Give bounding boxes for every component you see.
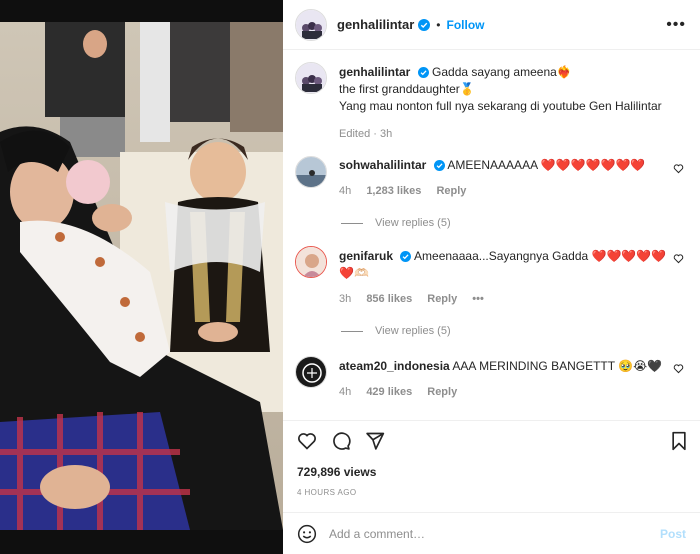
avatar-image (296, 9, 326, 40)
caption-line-3: Yang mau nonton full nya sekarang di you… (339, 99, 662, 113)
header-separator: • (436, 17, 441, 32)
caption-avatar[interactable] (295, 62, 327, 94)
comment-item: ateam20_indonesia AAA MERINDING BANGETTT… (295, 356, 690, 406)
avatar-image (296, 63, 326, 93)
comment-likes[interactable]: 429 likes (366, 386, 412, 398)
verified-badge-icon (417, 67, 429, 78)
post-header: genhalilintar • Follow ••• (283, 0, 700, 50)
like-heart-icon[interactable] (297, 431, 317, 451)
reply-button[interactable]: Reply (436, 185, 466, 197)
caption-edited: Edited · 3h (339, 128, 393, 140)
add-comment-bar: Post (283, 512, 700, 554)
avatar-image (296, 357, 326, 387)
comments-list: genhalilintar Gadda sayang ameena❤️‍🔥 th… (283, 50, 700, 420)
views-count[interactable]: 729,896 views (297, 465, 376, 479)
avatar-image (296, 247, 326, 277)
caption-line-1: Gadda sayang ameena (432, 65, 557, 79)
follow-button[interactable]: Follow (447, 18, 485, 32)
post-comment-button[interactable]: Post (660, 527, 686, 541)
like-comment-heart-icon[interactable] (673, 253, 684, 264)
comment-text: AMEENAAAAAA (447, 158, 538, 172)
heart-hands-emoji-icon: ❤️🫶🏻 (339, 266, 369, 280)
comment-likes[interactable]: 856 likes (366, 293, 412, 305)
share-send-icon[interactable] (365, 431, 385, 451)
verified-badge-icon (418, 18, 431, 31)
post-detail-panel: genhalilintar • Follow ••• genhalilintar… (283, 0, 700, 554)
save-bookmark-icon[interactable] (670, 431, 688, 451)
view-replies-label: View replies (5) (375, 325, 451, 337)
add-comment-input[interactable] (329, 526, 660, 541)
comment-text: AAA MERINDING BANGETTT (452, 359, 615, 373)
view-replies-button[interactable]: View replies (5) (341, 217, 451, 229)
like-comment-heart-icon[interactable] (673, 363, 684, 374)
medal-emoji-icon: 🥇 (459, 82, 475, 96)
comment-time: 4h (339, 386, 352, 398)
view-replies-line (341, 222, 363, 224)
heart-on-fire-emoji-icon: ❤️‍🔥 (556, 65, 572, 79)
emoji-picker-icon[interactable] (297, 524, 317, 544)
view-replies-label: View replies (5) (375, 217, 451, 229)
comment-username[interactable]: ateam20_indonesia (339, 359, 450, 373)
crying-emoji-icon: 🥹😭🖤 (618, 359, 663, 373)
comment-item: genifaruk Ameenaaaa...Sayangnya Gadda ❤️… (295, 246, 690, 316)
hearts-emoji-icon: ❤️❤️❤️❤️❤️❤️❤️ (540, 158, 646, 172)
comment-time: 3h (339, 293, 352, 305)
comment-more-icon[interactable]: ••• (472, 293, 484, 305)
post-photo (0, 22, 283, 530)
reply-button[interactable]: Reply (427, 293, 457, 305)
caption-username[interactable]: genhalilintar (339, 65, 410, 79)
header-username[interactable]: genhalilintar (337, 17, 414, 32)
view-replies-line (341, 330, 363, 332)
view-replies-button[interactable]: View replies (5) (341, 325, 451, 337)
verified-badge-icon (433, 160, 445, 171)
verified-badge-icon (400, 251, 412, 262)
post-timestamp[interactable]: 4 HOURS AGO (297, 488, 357, 497)
comment-bubble-icon[interactable] (331, 431, 351, 451)
comment-username[interactable]: genifaruk (339, 249, 393, 263)
post-actions: 729,896 views 4 HOURS AGO (283, 420, 700, 520)
reply-button[interactable]: Reply (427, 386, 457, 398)
post-media[interactable] (0, 22, 283, 530)
comment-text: Ameenaaaa...Sayangnya Gadda (414, 249, 589, 263)
like-comment-heart-icon[interactable] (673, 163, 684, 174)
comment-username[interactable]: sohwahalilintar (339, 158, 426, 172)
comment-avatar[interactable] (295, 156, 327, 188)
caption-line-2: the first granddaughter (339, 82, 460, 96)
profile-avatar[interactable] (295, 8, 327, 41)
caption: genhalilintar Gadda sayang ameena❤️‍🔥 th… (295, 62, 690, 142)
comment-item: sohwahalilintar AMEENAAAAAA ❤️❤️❤️❤️❤️❤️… (295, 156, 690, 206)
comment-avatar[interactable] (295, 246, 327, 278)
more-options-icon[interactable]: ••• (666, 17, 686, 33)
comment-avatar[interactable] (295, 356, 327, 388)
avatar-image (296, 157, 326, 187)
comment-likes[interactable]: 1,283 likes (366, 185, 421, 197)
hearts-emoji-icon: ❤️❤️❤️❤️❤️ (591, 249, 667, 263)
comment-time: 4h (339, 185, 352, 197)
